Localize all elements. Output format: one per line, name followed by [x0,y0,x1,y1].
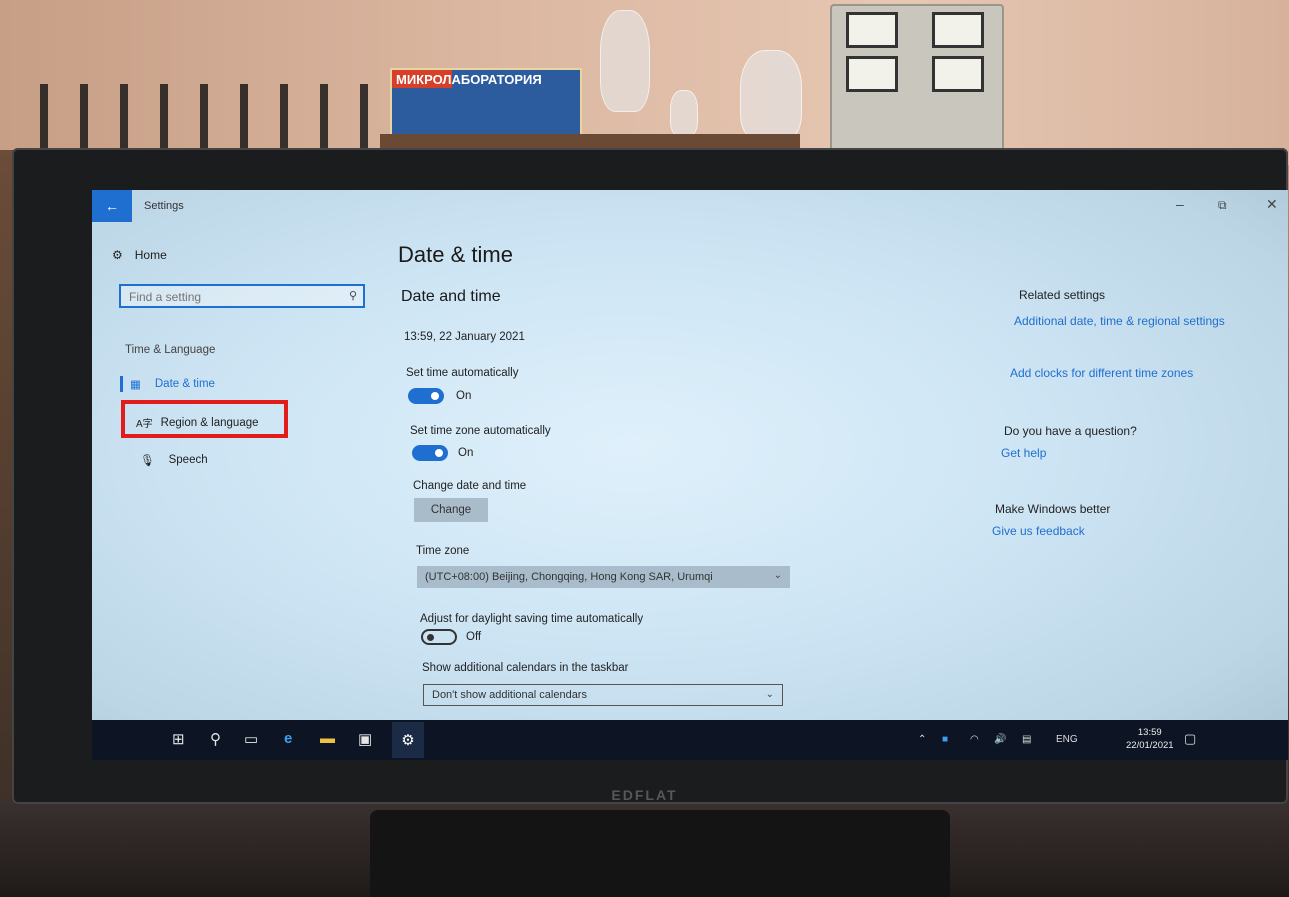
settings-screen: ← Settings – ⧉ ✕ ⚙ Home ⚲ Time & Languag… [92,190,1288,760]
meter-dial [846,56,898,92]
edge-icon[interactable]: e [284,730,292,747]
glass-flask [740,50,802,142]
language-indicator[interactable]: ENG [1056,734,1078,745]
microlab-box: МИКРОЛАБОРАТОРИЯ [390,68,582,136]
page-title: Date & time [398,242,513,267]
search-input[interactable] [127,288,331,306]
shelf [380,134,800,148]
search-box[interactable]: ⚲ [119,284,365,308]
close-button[interactable]: ✕ [1266,196,1278,213]
title-bar: ← Settings – ⧉ ✕ [92,190,1288,222]
task-view-icon[interactable]: ▭ [244,730,258,748]
gear-icon: ⚙ [112,248,123,262]
glass-flask [670,90,698,136]
set-tz-auto-state: On [458,447,474,459]
store-icon[interactable]: ▣ [358,730,372,748]
timezone-label: Time zone [416,545,470,557]
additional-date-settings-link[interactable]: Additional date, time & regional setting… [1014,313,1234,330]
electrical-meter [830,4,1004,152]
set-time-auto-label: Set time automatically [406,367,519,379]
give-feedback-link[interactable]: Give us feedback [992,524,1085,538]
clock-time: 13:59 [1137,727,1162,738]
gear-icon: ⚙ [401,732,415,749]
set-time-auto-toggle[interactable] [408,388,444,404]
set-tz-auto-label: Set time zone automatically [410,425,551,437]
volume-icon[interactable]: 🔊 [994,734,1006,745]
nav-home-label: Home [134,248,167,262]
sidebar-item-label: Speech [168,454,208,466]
calendars-value: Don't show additional calendars [432,689,587,701]
microphone-icon: 🎙 [140,455,155,467]
make-windows-better-heading: Make Windows better [995,502,1111,516]
box-label: МИКРОЛАБОРАТОРИЯ [396,72,542,87]
calendars-dropdown[interactable]: Don't show additional calendars ⌄ [423,684,783,706]
taskbar-clock[interactable]: 13:59 22/01/2021 [1126,726,1174,752]
date-time-icon: ▦ [130,379,141,391]
sidebar-item-date-time[interactable]: ▦ Date & time [120,376,215,392]
dst-label: Adjust for daylight saving time automati… [420,613,644,625]
wifi-icon[interactable]: ◠ [970,734,979,745]
highlight-annotation-box [121,400,288,438]
set-tz-auto-toggle[interactable] [412,445,448,461]
meter-dial [932,56,984,92]
set-time-auto-state: On [456,390,472,402]
notification-icon[interactable]: ▢ [1184,731,1196,747]
file-explorer-icon[interactable]: ▬ [320,730,335,747]
dst-state: Off [466,631,482,643]
back-arrow-icon: ← [105,198,119,214]
clock-date: 22/01/2021 [1126,740,1174,751]
nav-home[interactable]: ⚙ Home [112,248,167,262]
monitor-stand [370,810,950,897]
settings-taskbar-button[interactable]: ⚙ [392,722,424,758]
related-settings-heading: Related settings [1019,288,1106,302]
current-datetime: 13:59, 22 January 2021 [404,331,525,343]
section-title: Date and time [401,288,501,305]
change-datetime-label: Change date and time [413,480,527,492]
nav-section-label: Time & Language [125,344,216,356]
chevron-down-icon: ⌄ [773,570,782,581]
search-icon[interactable]: ⚲ [210,730,221,748]
tray-chevron-icon[interactable]: ⌃ [918,734,926,745]
tray-app-icon[interactable]: ■ [942,734,948,745]
active-indicator [120,376,123,392]
chevron-down-icon: ⌄ [765,689,774,700]
change-button[interactable]: Change [414,498,488,522]
restore-button[interactable]: ⧉ [1218,198,1227,213]
lab-stands [40,84,380,154]
sidebar-item-speech[interactable]: 🎙 Speech [140,453,208,467]
windows-start-icon[interactable]: ⊞ [172,730,185,748]
minimize-button[interactable]: – [1176,196,1184,212]
glass-flask [600,10,650,112]
meter-dial [932,12,984,48]
get-help-link[interactable]: Get help [1001,446,1046,460]
back-button[interactable]: ← [92,190,132,222]
question-heading: Do you have a question? [1004,424,1137,438]
window-title: Settings [144,200,184,212]
dst-toggle[interactable] [421,629,457,645]
timezone-dropdown[interactable]: (UTC+08:00) Beijing, Chongqing, Hong Kon… [417,566,790,588]
calendars-label: Show additional calendars in the taskbar [422,662,629,674]
sidebar-item-label: Date & time [154,378,215,390]
monitor-brand: EDFLAT [611,787,678,803]
timezone-value: (UTC+08:00) Beijing, Chongqing, Hong Kon… [425,571,713,583]
keyboard-icon[interactable]: ▤ [1022,734,1031,745]
search-icon: ⚲ [348,290,357,302]
taskbar: ⊞ ⚲ ▭ e ▬ ▣ ⚙ ⌃ ■ ◠ 🔊 ▤ ENG 13:59 22/01/… [92,720,1288,760]
add-clocks-link[interactable]: Add clocks for different time zones [1010,366,1193,380]
meter-dial [846,12,898,48]
